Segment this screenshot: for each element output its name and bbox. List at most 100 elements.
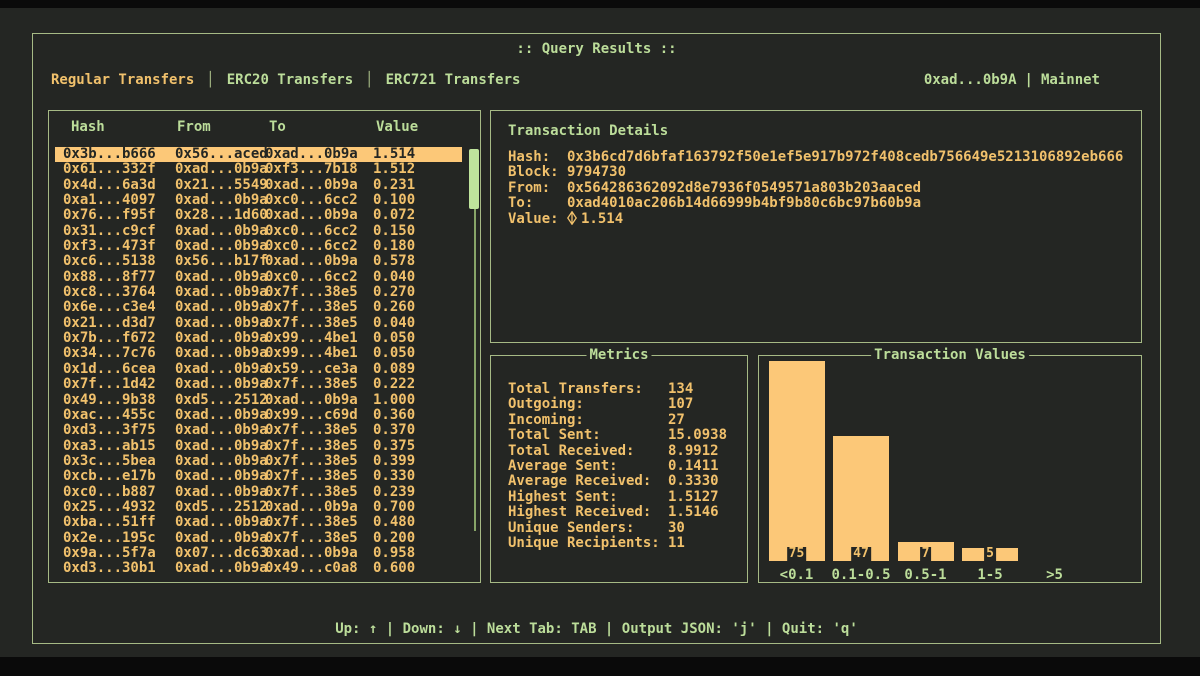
table-row[interactable]: 0xba...51ff0xad...0b9a0x7f...38e50.480 [49,515,480,530]
metric-row: Incoming:27 [508,413,727,428]
bar-value-label: 75 [787,547,807,561]
detail-label: From: [508,181,567,196]
detail-field: To:0xad4010ac206b14d66999b4bf9b80c6bc97b… [508,196,1123,211]
metric-label: Highest Sent: [508,490,668,505]
detail-value: 0x3b6cd7d6bfaf163792f50e1ef5e917b972f408… [567,149,1123,165]
x-axis-label: 0.5-1 [904,567,946,583]
metric-value: 27 [668,412,685,428]
tab-erc721-transfers[interactable]: ERC721 Transfers [386,72,521,88]
x-axis-label: 0.1-0.5 [831,567,890,583]
table-row[interactable]: 0x7b...f6720xad...0b9a0x99...4be10.050 [49,331,480,346]
table-row[interactable]: 0xac...455c0xad...0b9a0x99...c69d0.360 [49,408,480,423]
detail-label: To: [508,196,567,211]
detail-value: 9794730 [567,164,626,180]
account-info: 0xad...0b9A|Mainnet [924,72,1100,88]
table-row[interactable]: 0x25...49320xd5...25120xad...0b9a0.700 [49,500,480,515]
metric-row: Average Received:0.3330 [508,474,727,489]
table-row[interactable]: 0x3c...5bea0xad...0b9a0x7f...38e50.399 [49,454,480,469]
metric-label: Total Sent: [508,428,668,443]
metric-value: 30 [668,520,685,536]
page-title: :: Query Results :: [33,41,1160,57]
transactions-panel: HashFromToValue 0x3b...b6660x56...aced0x… [48,110,481,583]
table-row[interactable]: 0xc8...37640xad...0b9a0x7f...38e50.270 [49,285,480,300]
metric-row: Unique Senders:30 [508,521,727,536]
table-row-selected[interactable]: 0x3b...b6660x56...aced0xad...0b9a1.514 [49,147,480,162]
metric-value: 8.9912 [668,443,719,459]
network-label: Mainnet [1041,72,1100,88]
bar-chart: 75<0.1470.1-0.570.5-151-5>5 [759,356,1141,582]
tab-bar: Regular Transfers│ERC20 Transfers│ERC721… [51,72,1100,88]
detail-value: 1.514 [581,211,623,227]
metric-value: 0.1411 [668,458,719,474]
tab-list: Regular Transfers│ERC20 Transfers│ERC721… [51,72,520,88]
metric-value: 11 [668,535,685,551]
metric-value: 107 [668,396,693,412]
table-row[interactable]: 0x49...9b380xd5...25120xad...0b9a1.000 [49,393,480,408]
metric-row: Highest Received:1.5146 [508,505,727,520]
tab-separator: │ [206,72,214,88]
x-axis-label: <0.1 [780,567,814,583]
metric-value: 134 [668,381,693,397]
detail-label: Hash: [508,150,567,165]
terminal-screen: :: Query Results :: Regular Transfers │ ER… [0,8,1200,657]
table-row[interactable]: 0x21...d3d70xad...0b9a0x7f...38e50.040 [49,316,480,331]
table-row[interactable]: 0x88...8f770xad...0b9a0xc0...6cc20.040 [49,270,480,285]
metric-label: Outgoing: [508,397,668,412]
metric-row: Total Sent:15.0938 [508,428,727,443]
chart-panel: Transaction Values 75<0.1470.1-0.570.5-1… [758,355,1142,583]
app-window: :: Query Results :: Regular Transfers │ ER… [32,33,1161,644]
detail-field: Block:9794730 [508,165,1123,180]
bar-value-label: 5 [984,547,996,561]
metric-row: Total Received:8.9912 [508,444,727,459]
detail-field: From:0x564286362092d8e7936f0549571a803b2… [508,181,1123,196]
tab-erc20-transfers[interactable]: ERC20 Transfers [227,72,353,88]
account-separator: | [1017,72,1041,88]
table-row[interactable]: 0x31...c9cf0xad...0b9a0xc0...6cc20.150 [49,224,480,239]
metric-row: Average Sent:0.1411 [508,459,727,474]
metric-value: 0.3330 [668,473,719,489]
metric-label: Incoming: [508,413,668,428]
metric-label: Unique Senders: [508,521,668,536]
metric-value: 15.0938 [668,427,727,443]
table-row[interactable]: 0xcb...e17b0xad...0b9a0x7f...38e50.330 [49,469,480,484]
details-title: Transaction Details [508,123,668,139]
table-row[interactable]: 0x1d...6cea0xad...0b9a0x59...ce3a0.089 [49,362,480,377]
metric-label: Total Transfers: [508,382,668,397]
scrollbar-thumb[interactable] [469,149,479,209]
metrics-panel: Metrics Total Transfers:134Outgoing:107I… [490,355,748,583]
metric-row: Unique Recipients:11 [508,536,727,551]
detail-value: 0xad4010ac206b14d66999b4bf9b80c6bc97b60b… [567,195,921,211]
x-axis-label: >5 [1046,567,1063,583]
table-row[interactable]: 0xa1...40970xad...0b9a0xc0...6cc20.100 [49,193,480,208]
table-row[interactable]: 0x6e...c3e40xad...0b9a0x7f...38e50.260 [49,300,480,315]
tab-regular-transfers[interactable]: Regular Transfers [51,72,194,88]
metric-label: Total Received: [508,444,668,459]
x-axis-label: 1-5 [977,567,1002,583]
detail-field: Hash:0x3b6cd7d6bfaf163792f50e1ef5e917b97… [508,150,1123,165]
table-row[interactable]: 0x61...332f0xad...0b9a0xf3...7b181.512 [49,162,480,177]
eth-icon [567,211,577,229]
table-row[interactable]: 0xd3...3f750xad...0b9a0x7f...38e50.370 [49,423,480,438]
table-row[interactable]: 0x9a...5f7a0x07...dc630xad...0b9a0.958 [49,546,480,561]
table-row[interactable]: 0x7f...1d420xad...0b9a0x7f...38e50.222 [49,377,480,392]
table-row[interactable]: 0xa3...ab150xad...0b9a0x7f...38e50.375 [49,439,480,454]
metric-value: 1.5127 [668,489,719,505]
metric-label: Highest Received: [508,505,668,520]
details-fields: Hash:0x3b6cd7d6bfaf163792f50e1ef5e917b97… [508,150,1123,227]
metric-row: Highest Sent:1.5127 [508,490,727,505]
detail-label: Value: [508,212,567,227]
metric-row: Outgoing:107 [508,397,727,412]
table-row[interactable]: 0x76...f95f0x28...1d600xad...0b9a0.072 [49,208,480,223]
table-row[interactable]: 0xc0...b8870xad...0b9a0x7f...38e50.239 [49,485,480,500]
table-row[interactable]: 0x4d...6a3d0x21...55490xad...0b9a0.231 [49,178,480,193]
histogram-bar [769,361,825,561]
table-row[interactable]: 0xf3...473f0xad...0b9a0xc0...6cc20.180 [49,239,480,254]
table-row[interactable]: 0xc6...51380x56...b17f0xad...0b9a0.578 [49,254,480,269]
table-row[interactable]: 0x2e...195c0xad...0b9a0x7f...38e50.200 [49,531,480,546]
table-row[interactable]: 0xd3...30b10xad...0b9a0x49...c0a80.600 [49,561,480,576]
bar-value-label: 7 [920,547,932,561]
column-header-to: To [269,119,286,135]
metric-label: Average Received: [508,474,668,489]
metric-label: Average Sent: [508,459,668,474]
table-row[interactable]: 0x34...7c760xad...0b9a0x99...4be10.050 [49,346,480,361]
